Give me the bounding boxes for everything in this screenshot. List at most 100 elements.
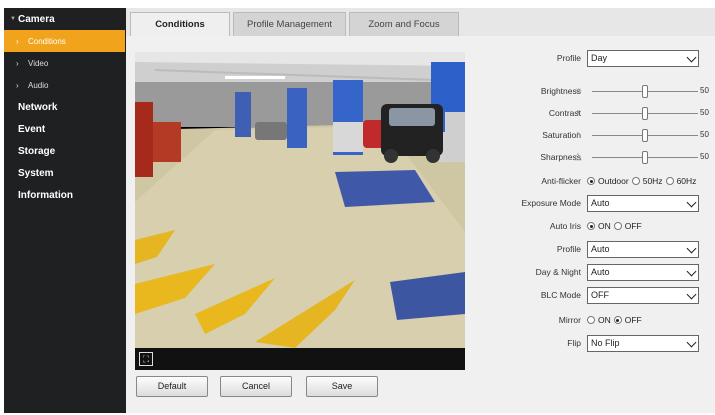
anti-flicker-label: Anti-flicker bbox=[541, 176, 581, 186]
blc-mode-select[interactable]: OFF bbox=[587, 287, 699, 304]
anti-flicker-radio-group: Outdoor 50Hz 60Hz bbox=[587, 176, 696, 186]
sharpness-icon: △ bbox=[574, 151, 582, 162]
mirror-row: Mirror ON OFF bbox=[471, 310, 711, 332]
auto-iris-radio-group: ON OFF bbox=[587, 221, 642, 231]
sharpness-row: Sharpness △ 50 bbox=[471, 147, 711, 169]
radio-label: ON bbox=[598, 221, 611, 231]
sidebar-item-video[interactable]: › Video bbox=[4, 52, 126, 74]
radio-label: OFF bbox=[624, 315, 642, 325]
chevron-right-icon: › bbox=[16, 80, 19, 90]
auto-iris-label: Auto Iris bbox=[549, 221, 581, 231]
chevron-right-icon: › bbox=[16, 36, 19, 46]
tab-bar: Conditions Profile Management Zoom and F… bbox=[126, 12, 459, 36]
exposure-mode-row: Exposure Mode Auto bbox=[471, 193, 711, 215]
day-night-row: Day & Night Auto bbox=[471, 262, 711, 284]
profile-select-value: Day bbox=[591, 53, 608, 63]
auto-iris-row: Auto Iris ON OFF bbox=[471, 216, 711, 238]
radio-50hz[interactable] bbox=[631, 177, 640, 185]
flip-value: No Flip bbox=[591, 338, 620, 348]
live-video-view[interactable]: ⛶ bbox=[135, 52, 465, 370]
chevron-down-icon bbox=[686, 337, 697, 348]
sidebar-group-label: System bbox=[18, 167, 54, 179]
flip-select[interactable]: No Flip bbox=[587, 335, 699, 352]
saturation-icon: ◔ bbox=[574, 129, 581, 140]
radio-label: Outdoor bbox=[598, 176, 629, 186]
radio-60hz[interactable] bbox=[665, 177, 674, 185]
sidebar-group-network[interactable]: Network bbox=[4, 96, 126, 118]
slider-thumb[interactable] bbox=[642, 129, 648, 142]
sidebar-group-storage[interactable]: Storage bbox=[4, 140, 126, 162]
sidebar-item-label: Conditions bbox=[28, 36, 66, 46]
sidebar-group-information[interactable]: Information bbox=[4, 184, 126, 206]
slider-thumb[interactable] bbox=[642, 151, 648, 164]
brightness-value: 50 bbox=[700, 86, 709, 95]
contrast-value: 50 bbox=[700, 108, 709, 117]
expanded-triangle-icon: ▼ bbox=[10, 16, 16, 22]
saturation-row: Saturation ◔ 50 bbox=[471, 125, 711, 147]
contrast-icon: ◑ bbox=[574, 107, 581, 118]
slider-thumb[interactable] bbox=[642, 107, 648, 120]
sidebar-item-label: Video bbox=[28, 58, 49, 68]
parking-garage-image bbox=[135, 52, 465, 348]
sidebar-group-label: Network bbox=[18, 101, 58, 113]
contrast-row: Contrast ◑ 50 bbox=[471, 103, 711, 125]
radio-off[interactable] bbox=[613, 222, 622, 230]
content-area: Conditions Profile Management Zoom and F… bbox=[126, 8, 715, 413]
exposure-mode-select[interactable]: Auto bbox=[587, 195, 699, 212]
mirror-radio-group: ON OFF bbox=[587, 315, 642, 325]
exposure-mode-label: Exposure Mode bbox=[521, 198, 581, 208]
sidebar-item-audio[interactable]: › Audio bbox=[4, 74, 126, 96]
video-toolbar: ⛶ bbox=[135, 348, 465, 370]
blc-mode-label: BLC Mode bbox=[540, 290, 581, 300]
saturation-value: 50 bbox=[700, 130, 709, 139]
radio-on[interactable] bbox=[587, 316, 595, 324]
sidebar-group-label: Camera bbox=[18, 13, 55, 25]
cancel-button[interactable]: Cancel bbox=[220, 376, 292, 397]
flip-row: Flip No Flip bbox=[471, 333, 711, 355]
fullscreen-icon[interactable]: ⛶ bbox=[139, 352, 153, 366]
slider-thumb[interactable] bbox=[642, 85, 648, 98]
sidebar-item-conditions[interactable]: › Conditions bbox=[4, 30, 125, 52]
sidebar-item-label: Audio bbox=[28, 80, 49, 90]
brightness-row: Brightness ☼ 50 bbox=[471, 81, 711, 103]
day-night-value: Auto bbox=[591, 267, 610, 277]
chevron-down-icon bbox=[686, 52, 697, 63]
blc-mode-value: OFF bbox=[591, 290, 609, 300]
radio-label: 60Hz bbox=[676, 176, 697, 186]
saturation-slider[interactable] bbox=[592, 129, 698, 142]
tab-profile-management[interactable]: Profile Management bbox=[233, 12, 346, 36]
brightness-slider[interactable] bbox=[592, 85, 698, 98]
iris-profile-row: Profile Auto bbox=[471, 239, 711, 261]
radio-off[interactable] bbox=[613, 316, 622, 324]
brightness-icon: ☼ bbox=[574, 85, 584, 96]
iris-profile-label: Profile bbox=[556, 244, 581, 254]
profile-select[interactable]: Day bbox=[587, 50, 699, 67]
iris-profile-select[interactable]: Auto bbox=[587, 241, 699, 258]
radio-label: 50Hz bbox=[642, 176, 663, 186]
chevron-down-icon bbox=[686, 243, 697, 254]
tab-zoom-and-focus[interactable]: Zoom and Focus bbox=[349, 12, 459, 36]
sidebar-group-label: Information bbox=[18, 189, 73, 201]
radio-outdoor[interactable] bbox=[587, 177, 595, 185]
chevron-down-icon bbox=[686, 289, 697, 300]
chevron-right-icon: › bbox=[16, 58, 19, 68]
day-night-select[interactable]: Auto bbox=[587, 264, 699, 281]
sidebar-group-label: Storage bbox=[18, 145, 56, 157]
sidebar-group-system[interactable]: System bbox=[4, 162, 126, 184]
sharpness-value: 50 bbox=[700, 152, 709, 161]
chevron-down-icon bbox=[686, 197, 697, 208]
save-button[interactable]: Save bbox=[306, 376, 378, 397]
chevron-down-icon bbox=[686, 266, 697, 277]
sidebar-group-camera[interactable]: ▼ Camera bbox=[4, 8, 126, 30]
iris-profile-value: Auto bbox=[591, 244, 610, 254]
default-button[interactable]: Default bbox=[136, 376, 208, 397]
sidebar-group-event[interactable]: Event bbox=[4, 118, 126, 140]
exposure-mode-value: Auto bbox=[591, 198, 610, 208]
sharpness-slider[interactable] bbox=[592, 151, 698, 164]
tab-conditions[interactable]: Conditions bbox=[130, 12, 230, 36]
radio-on[interactable] bbox=[587, 222, 595, 230]
flip-label: Flip bbox=[567, 338, 581, 348]
mirror-label: Mirror bbox=[558, 315, 581, 325]
radio-label: ON bbox=[598, 315, 611, 325]
contrast-slider[interactable] bbox=[592, 107, 698, 120]
